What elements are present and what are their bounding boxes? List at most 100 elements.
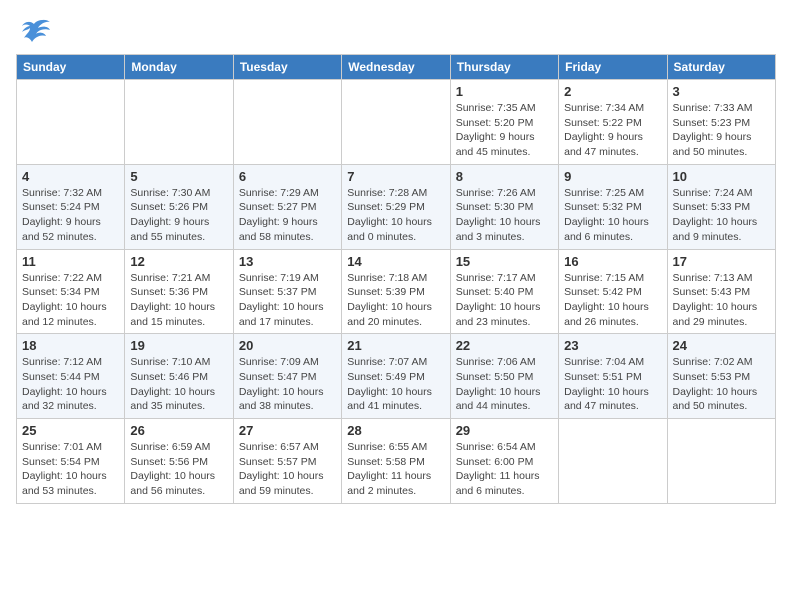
- day-info: Sunrise: 7:28 AM Sunset: 5:29 PM Dayligh…: [347, 186, 444, 245]
- day-number: 8: [456, 169, 553, 184]
- calendar-cell: 26 Sunrise: 6:59 AM Sunset: 5:56 PM Dayli…: [125, 419, 233, 504]
- day-number: 20: [239, 338, 336, 353]
- calendar-week-row: 25 Sunrise: 7:01 AM Sunset: 5:54 PM Dayli…: [17, 419, 776, 504]
- day-number: 21: [347, 338, 444, 353]
- calendar-cell: [17, 80, 125, 165]
- day-number: 17: [673, 254, 770, 269]
- day-info: Sunrise: 7:15 AM Sunset: 5:42 PM Dayligh…: [564, 271, 661, 330]
- weekday-header-monday: Monday: [125, 55, 233, 80]
- calendar-cell: [667, 419, 775, 504]
- calendar-cell: 18Sunrise: 7:12 AM Sunset: 5:44 PM Dayli…: [17, 334, 125, 419]
- day-number: 6: [239, 169, 336, 184]
- calendar-cell: 23 Sunrise: 7:04 AM Sunset: 5:51 PM Dayli…: [559, 334, 667, 419]
- calendar-cell: 11 Sunrise: 7:22 AM Sunset: 5:34 PM Dayli…: [17, 249, 125, 334]
- day-info: Sunrise: 6:57 AM Sunset: 5:57 PM Dayligh…: [239, 440, 336, 499]
- day-info: Sunrise: 7:18 AM Sunset: 5:39 PM Dayligh…: [347, 271, 444, 330]
- calendar-cell: [342, 80, 450, 165]
- calendar-week-row: 11 Sunrise: 7:22 AM Sunset: 5:34 PM Dayli…: [17, 249, 776, 334]
- day-info: Sunrise: 6:55 AM Sunset: 5:58 PM Dayligh…: [347, 440, 444, 499]
- weekday-header-row: SundayMondayTuesdayWednesdayThursdayFrid…: [17, 55, 776, 80]
- calendar-cell: [559, 419, 667, 504]
- page-header: [16, 16, 776, 46]
- day-number: 14: [347, 254, 444, 269]
- day-number: 5: [130, 169, 227, 184]
- calendar-cell: 7 Sunrise: 7:28 AM Sunset: 5:29 PM Daylig…: [342, 164, 450, 249]
- calendar-week-row: 18Sunrise: 7:12 AM Sunset: 5:44 PM Dayli…: [17, 334, 776, 419]
- calendar-cell: 25 Sunrise: 7:01 AM Sunset: 5:54 PM Dayli…: [17, 419, 125, 504]
- day-number: 4: [22, 169, 119, 184]
- day-number: 23: [564, 338, 661, 353]
- day-info: Sunrise: 7:01 AM Sunset: 5:54 PM Dayligh…: [22, 440, 119, 499]
- weekday-header-friday: Friday: [559, 55, 667, 80]
- day-number: 2: [564, 84, 661, 99]
- day-number: 24: [673, 338, 770, 353]
- day-info: Sunrise: 7:26 AM Sunset: 5:30 PM Dayligh…: [456, 186, 553, 245]
- calendar-cell: 13Sunrise: 7:19 AM Sunset: 5:37 PM Dayli…: [233, 249, 341, 334]
- day-info: Sunrise: 7:22 AM Sunset: 5:34 PM Dayligh…: [22, 271, 119, 330]
- calendar-cell: [125, 80, 233, 165]
- logo-icon: [16, 16, 52, 46]
- day-info: Sunrise: 7:06 AM Sunset: 5:50 PM Dayligh…: [456, 355, 553, 414]
- day-info: Sunrise: 7:29 AM Sunset: 5:27 PM Dayligh…: [239, 186, 336, 245]
- day-info: Sunrise: 7:04 AM Sunset: 5:51 PM Dayligh…: [564, 355, 661, 414]
- calendar-cell: 28 Sunrise: 6:55 AM Sunset: 5:58 PM Dayli…: [342, 419, 450, 504]
- day-number: 16: [564, 254, 661, 269]
- calendar-cell: 15Sunrise: 7:17 AM Sunset: 5:40 PM Dayli…: [450, 249, 558, 334]
- day-info: Sunrise: 7:34 AM Sunset: 5:22 PM Dayligh…: [564, 101, 661, 160]
- calendar-cell: 6 Sunrise: 7:29 AM Sunset: 5:27 PM Daylig…: [233, 164, 341, 249]
- calendar-cell: 5 Sunrise: 7:30 AM Sunset: 5:26 PM Daylig…: [125, 164, 233, 249]
- day-info: Sunrise: 7:19 AM Sunset: 5:37 PM Dayligh…: [239, 271, 336, 330]
- weekday-header-tuesday: Tuesday: [233, 55, 341, 80]
- calendar-cell: 4 Sunrise: 7:32 AM Sunset: 5:24 PM Daylig…: [17, 164, 125, 249]
- calendar-cell: 2 Sunrise: 7:34 AM Sunset: 5:22 PM Daylig…: [559, 80, 667, 165]
- day-info: Sunrise: 7:10 AM Sunset: 5:46 PM Dayligh…: [130, 355, 227, 414]
- calendar-cell: 12Sunrise: 7:21 AM Sunset: 5:36 PM Dayli…: [125, 249, 233, 334]
- calendar-cell: 3 Sunrise: 7:33 AM Sunset: 5:23 PM Daylig…: [667, 80, 775, 165]
- day-info: Sunrise: 7:12 AM Sunset: 5:44 PM Dayligh…: [22, 355, 119, 414]
- calendar-cell: 27 Sunrise: 6:57 AM Sunset: 5:57 PM Dayli…: [233, 419, 341, 504]
- calendar-cell: 22 Sunrise: 7:06 AM Sunset: 5:50 PM Dayli…: [450, 334, 558, 419]
- day-info: Sunrise: 7:25 AM Sunset: 5:32 PM Dayligh…: [564, 186, 661, 245]
- calendar-cell: 1 Sunrise: 7:35 AM Sunset: 5:20 PM Daylig…: [450, 80, 558, 165]
- weekday-header-sunday: Sunday: [17, 55, 125, 80]
- calendar-week-row: 4 Sunrise: 7:32 AM Sunset: 5:24 PM Daylig…: [17, 164, 776, 249]
- day-info: Sunrise: 6:59 AM Sunset: 5:56 PM Dayligh…: [130, 440, 227, 499]
- day-number: 10: [673, 169, 770, 184]
- day-info: Sunrise: 7:02 AM Sunset: 5:53 PM Dayligh…: [673, 355, 770, 414]
- day-info: Sunrise: 7:32 AM Sunset: 5:24 PM Dayligh…: [22, 186, 119, 245]
- calendar-cell: 29 Sunrise: 6:54 AM Sunset: 6:00 PM Dayli…: [450, 419, 558, 504]
- day-number: 22: [456, 338, 553, 353]
- day-number: 29: [456, 423, 553, 438]
- calendar-cell: 20 Sunrise: 7:09 AM Sunset: 5:47 PM Dayli…: [233, 334, 341, 419]
- day-info: Sunrise: 7:07 AM Sunset: 5:49 PM Dayligh…: [347, 355, 444, 414]
- day-info: Sunrise: 6:54 AM Sunset: 6:00 PM Dayligh…: [456, 440, 553, 499]
- day-info: Sunrise: 7:35 AM Sunset: 5:20 PM Dayligh…: [456, 101, 553, 160]
- calendar-cell: 9 Sunrise: 7:25 AM Sunset: 5:32 PM Daylig…: [559, 164, 667, 249]
- calendar-table: SundayMondayTuesdayWednesdayThursdayFrid…: [16, 54, 776, 504]
- day-number: 27: [239, 423, 336, 438]
- logo: [16, 16, 56, 46]
- weekday-header-thursday: Thursday: [450, 55, 558, 80]
- calendar-cell: 14 Sunrise: 7:18 AM Sunset: 5:39 PM Dayli…: [342, 249, 450, 334]
- day-info: Sunrise: 7:30 AM Sunset: 5:26 PM Dayligh…: [130, 186, 227, 245]
- day-number: 15: [456, 254, 553, 269]
- day-number: 3: [673, 84, 770, 99]
- day-number: 19: [130, 338, 227, 353]
- calendar-cell: 24 Sunrise: 7:02 AM Sunset: 5:53 PM Dayli…: [667, 334, 775, 419]
- day-number: 26: [130, 423, 227, 438]
- day-number: 11: [22, 254, 119, 269]
- calendar-cell: 10Sunrise: 7:24 AM Sunset: 5:33 PM Dayli…: [667, 164, 775, 249]
- day-info: Sunrise: 7:33 AM Sunset: 5:23 PM Dayligh…: [673, 101, 770, 160]
- day-number: 9: [564, 169, 661, 184]
- day-number: 25: [22, 423, 119, 438]
- calendar-cell: 17Sunrise: 7:13 AM Sunset: 5:43 PM Dayli…: [667, 249, 775, 334]
- day-number: 12: [130, 254, 227, 269]
- calendar-cell: 21 Sunrise: 7:07 AM Sunset: 5:49 PM Dayli…: [342, 334, 450, 419]
- calendar-cell: 19 Sunrise: 7:10 AM Sunset: 5:46 PM Dayli…: [125, 334, 233, 419]
- weekday-header-wednesday: Wednesday: [342, 55, 450, 80]
- day-number: 28: [347, 423, 444, 438]
- day-number: 7: [347, 169, 444, 184]
- day-info: Sunrise: 7:09 AM Sunset: 5:47 PM Dayligh…: [239, 355, 336, 414]
- day-number: 1: [456, 84, 553, 99]
- calendar-cell: 8 Sunrise: 7:26 AM Sunset: 5:30 PM Daylig…: [450, 164, 558, 249]
